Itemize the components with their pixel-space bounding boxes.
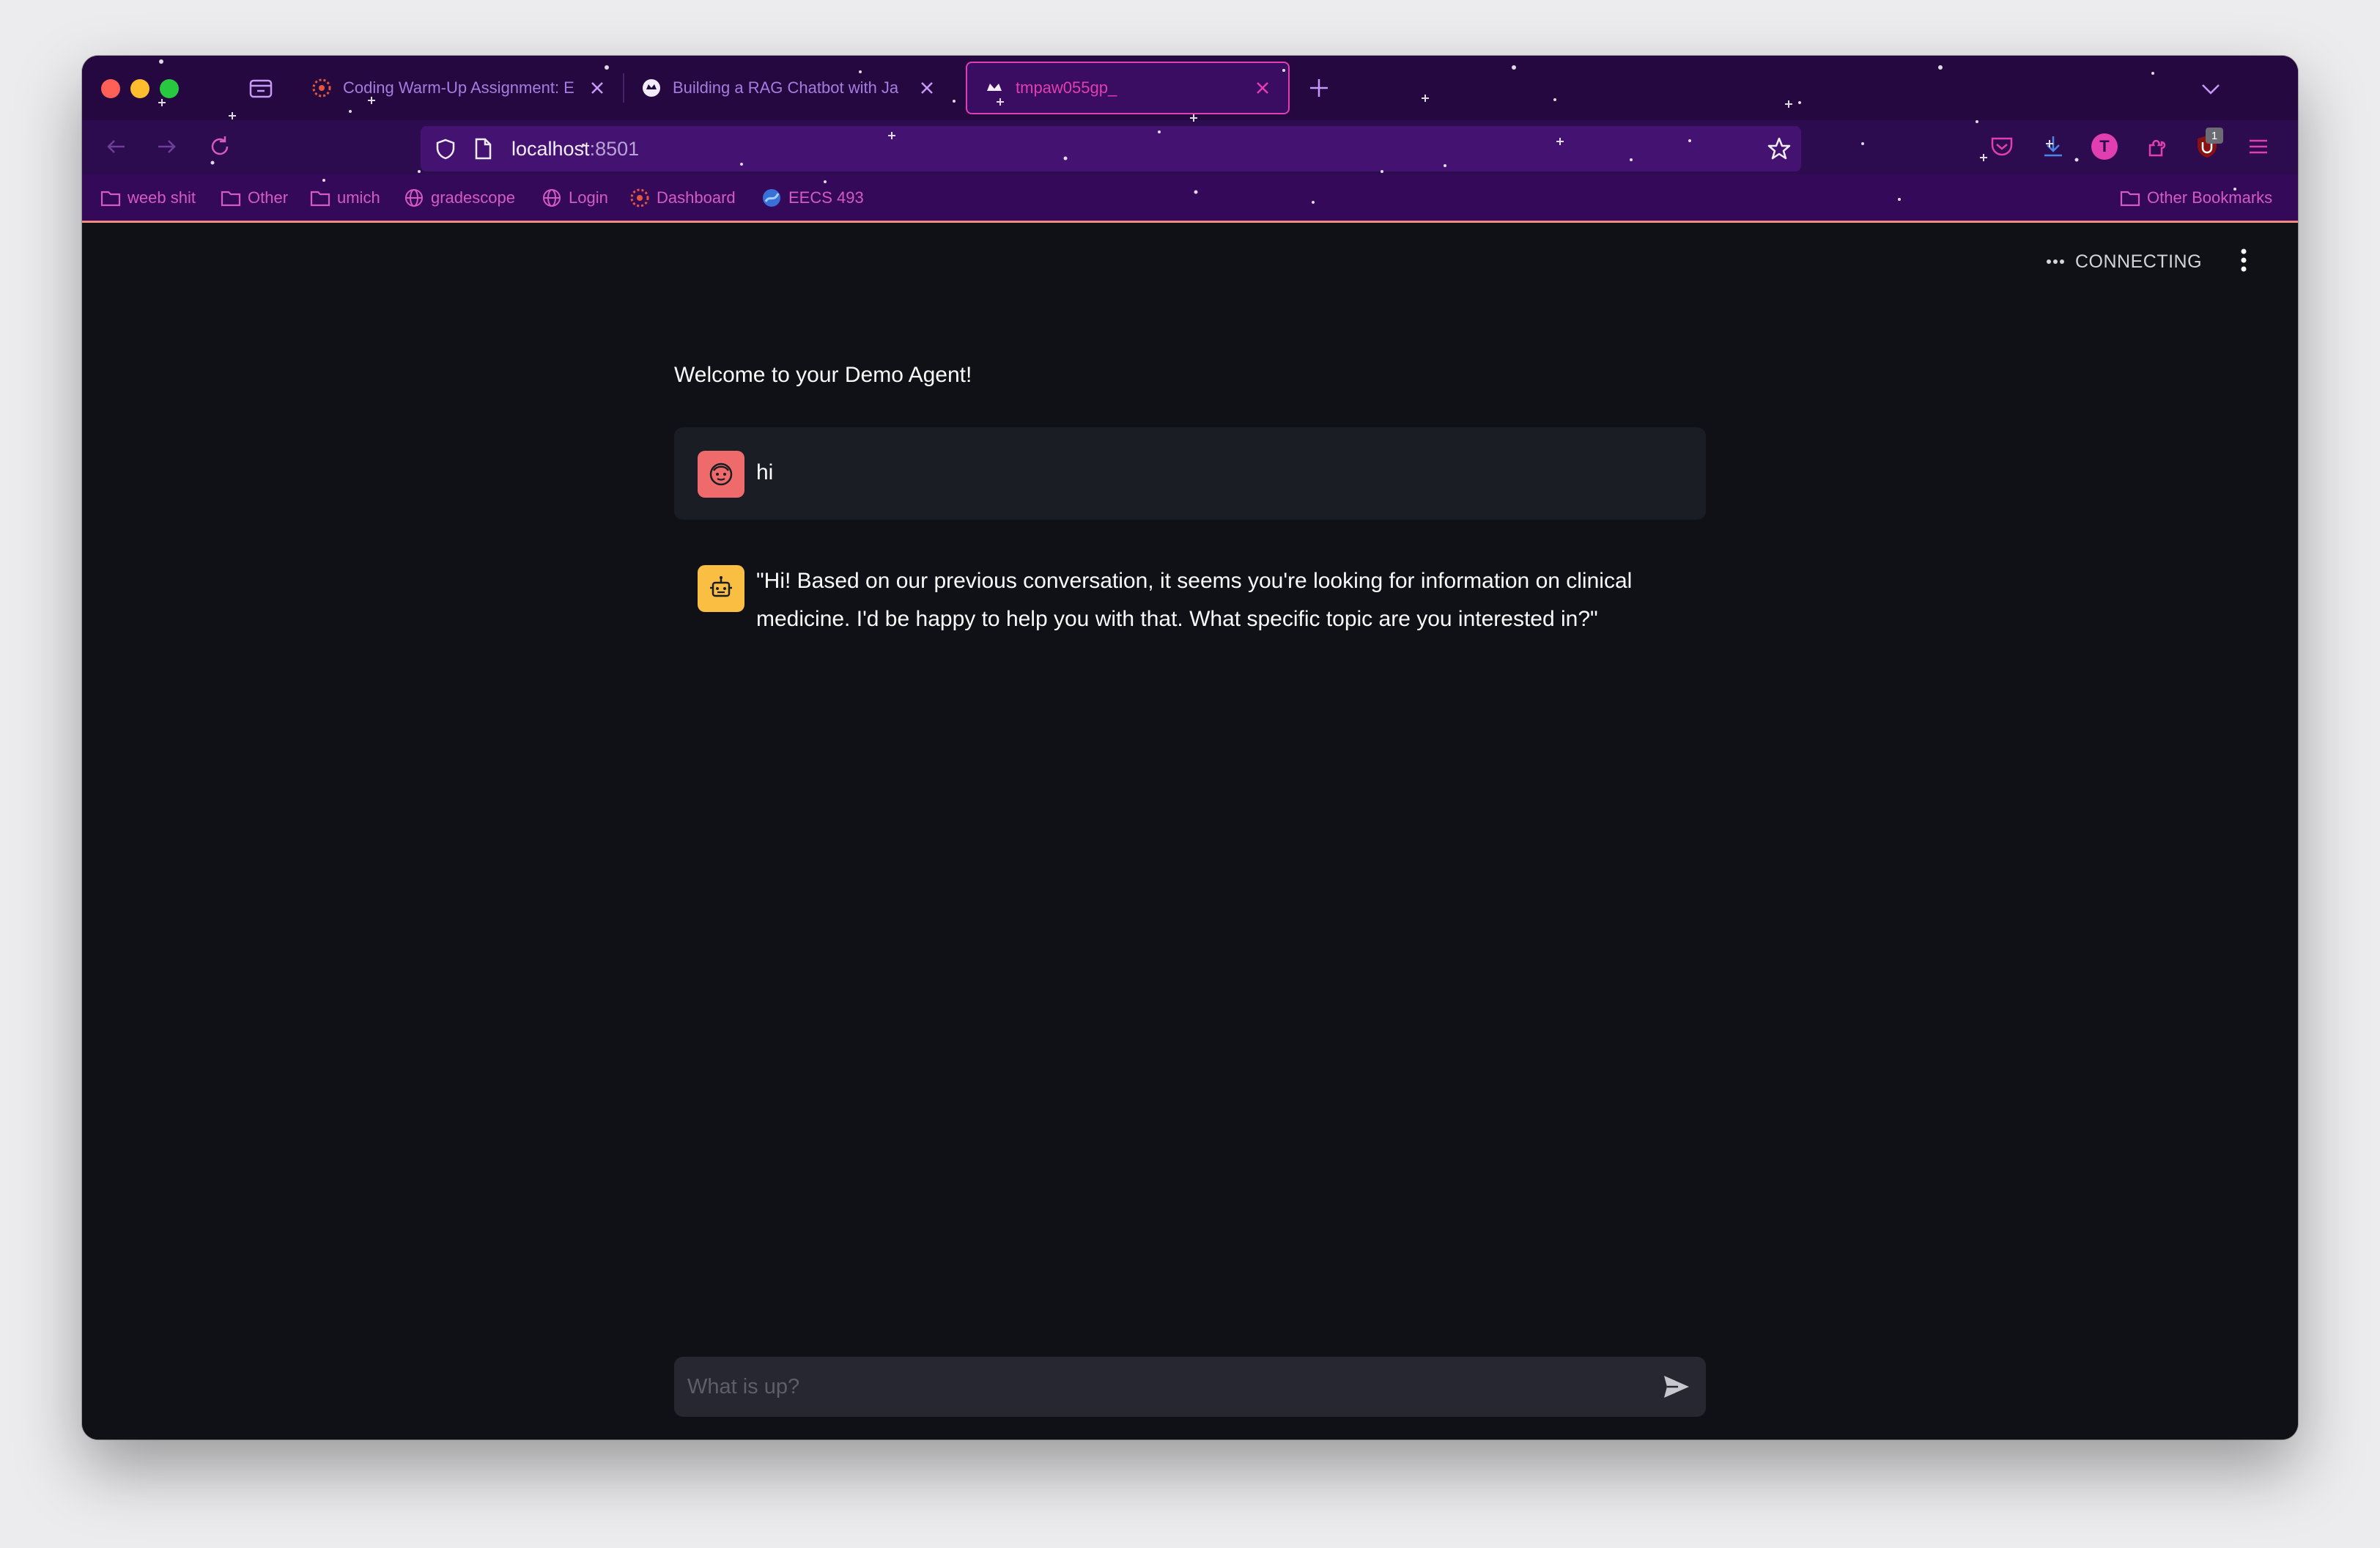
streamlit-icon (987, 84, 1002, 91)
message-text: "Hi! Based on our previous conversation,… (756, 569, 1633, 631)
globe-icon (543, 189, 561, 207)
tab-active-app[interactable]: tmpaw055gp_ (966, 62, 1290, 114)
url-text[interactable]: localhost:8501 (511, 138, 639, 161)
shield-icon[interactable] (434, 137, 457, 161)
bookmark-label: gradescope (431, 188, 515, 207)
url-port: :8501 (589, 138, 640, 160)
bookmark-dashboard[interactable]: Dashboard (629, 185, 736, 211)
bookmark-label: umich (337, 188, 380, 207)
streamlit-icon (643, 79, 660, 97)
window-close-button[interactable] (101, 79, 120, 98)
connection-status-label: CONNECTING (2075, 251, 2203, 272)
other-bookmarks-label: Other Bookmarks (2147, 188, 2273, 207)
folder-icon (100, 191, 121, 207)
bookmark-other[interactable]: Other (220, 185, 288, 211)
account-avatar[interactable]: T (2091, 133, 2118, 160)
user-avatar (698, 451, 744, 498)
chat-message-user: hi (674, 427, 1706, 520)
pocket-icon[interactable] (1987, 132, 2017, 161)
window-minimize-button[interactable] (130, 79, 149, 98)
welcome-text: Welcome to your Demo Agent! (674, 363, 972, 387)
close-icon[interactable] (1253, 78, 1272, 97)
canvas-icon (312, 78, 331, 97)
download-icon[interactable] (2039, 132, 2068, 161)
bookmark-login[interactable]: Login (541, 185, 608, 211)
window-maximize-button[interactable] (160, 79, 179, 98)
status-dots-icon (2047, 259, 2064, 264)
new-tab-button[interactable] (1306, 75, 1332, 101)
folder-icon (221, 191, 241, 207)
chat-message-assistant: "Hi! Based on our previous conversation,… (674, 536, 1706, 631)
tab-title: Coding Warm-Up Assignment: E (343, 78, 574, 97)
tab-strip: Coding Warm-Up Assignment: E Building a … (82, 56, 2298, 120)
hamburger-menu-icon[interactable] (2244, 132, 2273, 161)
bookmarks-bar: weeb shit Other umich gradescope Login D… (82, 174, 2298, 223)
tab-coding-warmup[interactable]: Coding Warm-Up Assignment: E (295, 62, 623, 114)
chat-input[interactable] (674, 1357, 1641, 1417)
bookmark-label: EECS 493 (788, 188, 864, 207)
message-text: hi (756, 460, 774, 484)
other-bookmarks[interactable]: Other Bookmarks (2119, 185, 2272, 211)
canvas-icon (630, 188, 649, 207)
eecs-icon (763, 189, 780, 207)
forward-arrow-icon[interactable] (152, 132, 182, 161)
page-icon[interactable] (472, 137, 494, 161)
folder-icon (310, 191, 330, 207)
globe-icon (405, 189, 423, 207)
kebab-menu-icon[interactable] (2231, 244, 2257, 276)
extensions-icon[interactable] (2143, 132, 2172, 161)
app-content: CONNECTING Welcome to your Demo Agent! h… (82, 225, 2298, 1440)
connection-status: CONNECTING (2046, 247, 2202, 276)
star-icon[interactable] (1766, 136, 1792, 162)
bookmark-weeb-shit[interactable]: weeb shit (100, 185, 196, 211)
chat-input-container (674, 1357, 1706, 1417)
bookmark-umich[interactable]: umich (309, 185, 380, 211)
browser-window: Coding Warm-Up Assignment: E Building a … (82, 56, 2298, 1440)
extension-badge: 1 (2206, 128, 2223, 144)
robot-icon (710, 576, 732, 597)
back-arrow-icon[interactable] (101, 132, 130, 161)
url-host: localhost (511, 138, 590, 160)
bookmark-label: Dashboard (657, 188, 736, 207)
bookmark-label: weeb shit (128, 188, 196, 207)
chevron-down-icon[interactable] (2198, 76, 2223, 101)
assistant-avatar (698, 565, 744, 612)
user-face-icon (709, 462, 733, 486)
url-bar[interactable]: localhost:8501 (421, 126, 1801, 172)
reload-icon[interactable] (205, 132, 234, 161)
send-icon[interactable] (1662, 1373, 1691, 1401)
close-icon[interactable] (588, 78, 607, 97)
tab-rag-chatbot[interactable]: Building a RAG Chatbot with Ja (624, 62, 953, 114)
bookmark-label: Other (248, 188, 289, 207)
navigation-toolbar: localhost:8501 T 1 (82, 120, 2298, 174)
bookmark-label: Login (569, 188, 608, 207)
tab-title: Building a RAG Chatbot with Ja (673, 78, 899, 97)
close-icon[interactable] (917, 78, 936, 97)
tab-title: tmpaw055gp_ (1016, 78, 1117, 97)
folder-icon (2120, 191, 2140, 207)
bookmark-eecs-493[interactable]: EECS 493 (761, 185, 864, 211)
bookmark-gradescope[interactable]: gradescope (403, 185, 515, 211)
tab-overview-icon[interactable] (246, 73, 276, 103)
